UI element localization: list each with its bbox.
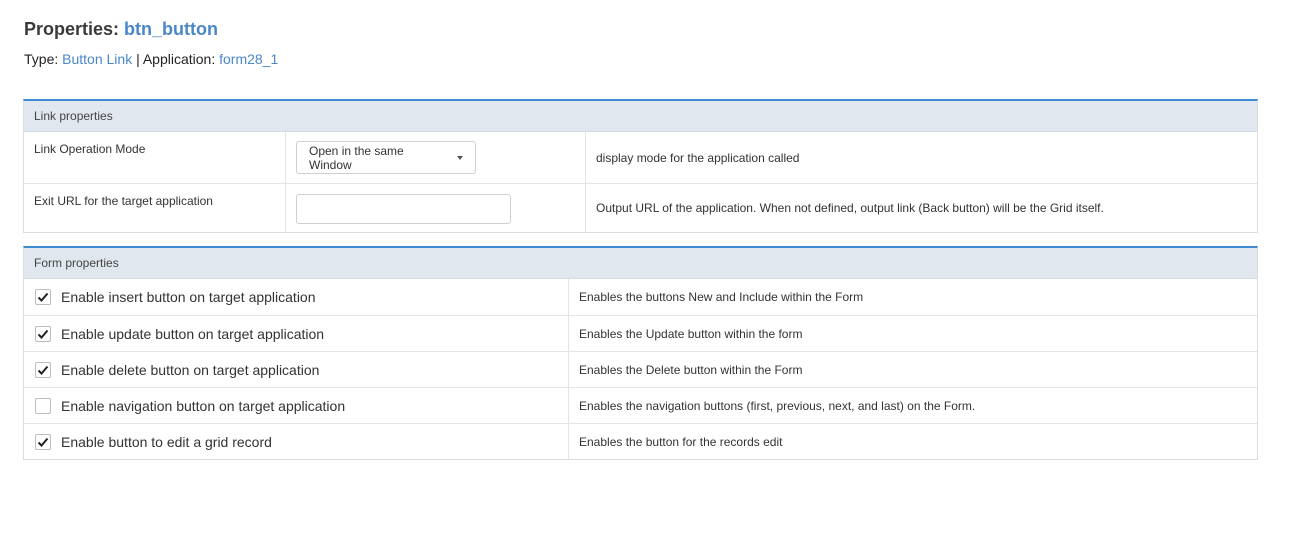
link-properties-section: Link properties Link Operation Mode Open…	[23, 99, 1258, 233]
form-option-row: Enable button to edit a grid record Enab…	[24, 423, 1257, 459]
link-operation-mode-row: Link Operation Mode Open in the same Win…	[24, 132, 1257, 183]
check-icon	[37, 292, 49, 302]
option-left: Enable delete button on target applicati…	[24, 352, 569, 387]
section-title: Form properties	[24, 248, 1257, 279]
row-label: Exit URL for the target application	[24, 184, 286, 232]
row-description: Output URL of the application. When not …	[596, 201, 1104, 215]
enable-insert-checkbox[interactable]	[35, 289, 51, 305]
form-properties-section: Form properties Enable insert button on …	[23, 246, 1258, 460]
caret-down-icon	[457, 155, 463, 160]
page-header: Properties: btn_button Type: Button Link…	[24, 18, 278, 68]
option-left: Enable update button on target applicati…	[24, 316, 569, 351]
option-description: Enables the Delete button within the For…	[579, 362, 803, 377]
option-left: Enable button to edit a grid record	[24, 424, 569, 459]
form-option-row: Enable delete button on target applicati…	[24, 351, 1257, 387]
exit-url-row: Exit URL for the target application Outp…	[24, 183, 1257, 232]
form-option-row: Enable insert button on target applicati…	[24, 279, 1257, 315]
exit-url-input[interactable]	[296, 194, 511, 224]
type-value-link[interactable]: Button Link	[62, 51, 132, 67]
row-control: Open in the same Window	[286, 132, 586, 183]
option-description: Enables the Update button within the for…	[579, 326, 803, 341]
option-description: Enables the navigation buttons (first, p…	[579, 398, 976, 413]
check-icon	[37, 365, 49, 375]
link-operation-mode-select[interactable]: Open in the same Window	[296, 141, 476, 174]
page-subtitle: Type: Button Link | Application: form28_…	[24, 50, 278, 68]
row-label: Link Operation Mode	[24, 132, 286, 183]
option-left: Enable insert button on target applicati…	[24, 279, 569, 315]
option-label: Enable update button on target applicati…	[61, 325, 325, 342]
form-option-row: Enable update button on target applicati…	[24, 315, 1257, 351]
title-prefix: Properties:	[24, 19, 125, 39]
enable-delete-checkbox[interactable]	[35, 361, 51, 378]
application-label: | Application:	[132, 51, 220, 67]
check-icon	[37, 437, 49, 447]
check-icon	[37, 329, 49, 339]
select-value: Open in the same Window	[309, 143, 404, 172]
option-label: Enable insert button on target applicati…	[61, 289, 316, 305]
row-control	[286, 184, 586, 232]
page-title: Properties: btn_button	[24, 18, 278, 40]
row-description: display mode for the application called	[596, 150, 800, 165]
title-object-name: btn_button	[124, 19, 218, 39]
enable-update-checkbox[interactable]	[35, 325, 51, 342]
option-left: Enable navigation button on target appli…	[24, 388, 569, 423]
option-description: Enables the button for the records edit	[579, 434, 783, 449]
option-label: Enable navigation button on target appli…	[61, 397, 346, 414]
application-value-link[interactable]: form28_1	[219, 51, 278, 67]
enable-edit-record-checkbox[interactable]	[35, 433, 51, 450]
type-label: Type:	[24, 51, 63, 67]
enable-navigation-checkbox[interactable]	[35, 397, 51, 414]
option-label: Enable button to edit a grid record	[61, 433, 272, 450]
section-title: Link properties	[24, 101, 1257, 132]
form-option-row: Enable navigation button on target appli…	[24, 387, 1257, 423]
option-description: Enables the buttons New and Include with…	[579, 290, 864, 304]
option-label: Enable delete button on target applicati…	[61, 361, 320, 378]
